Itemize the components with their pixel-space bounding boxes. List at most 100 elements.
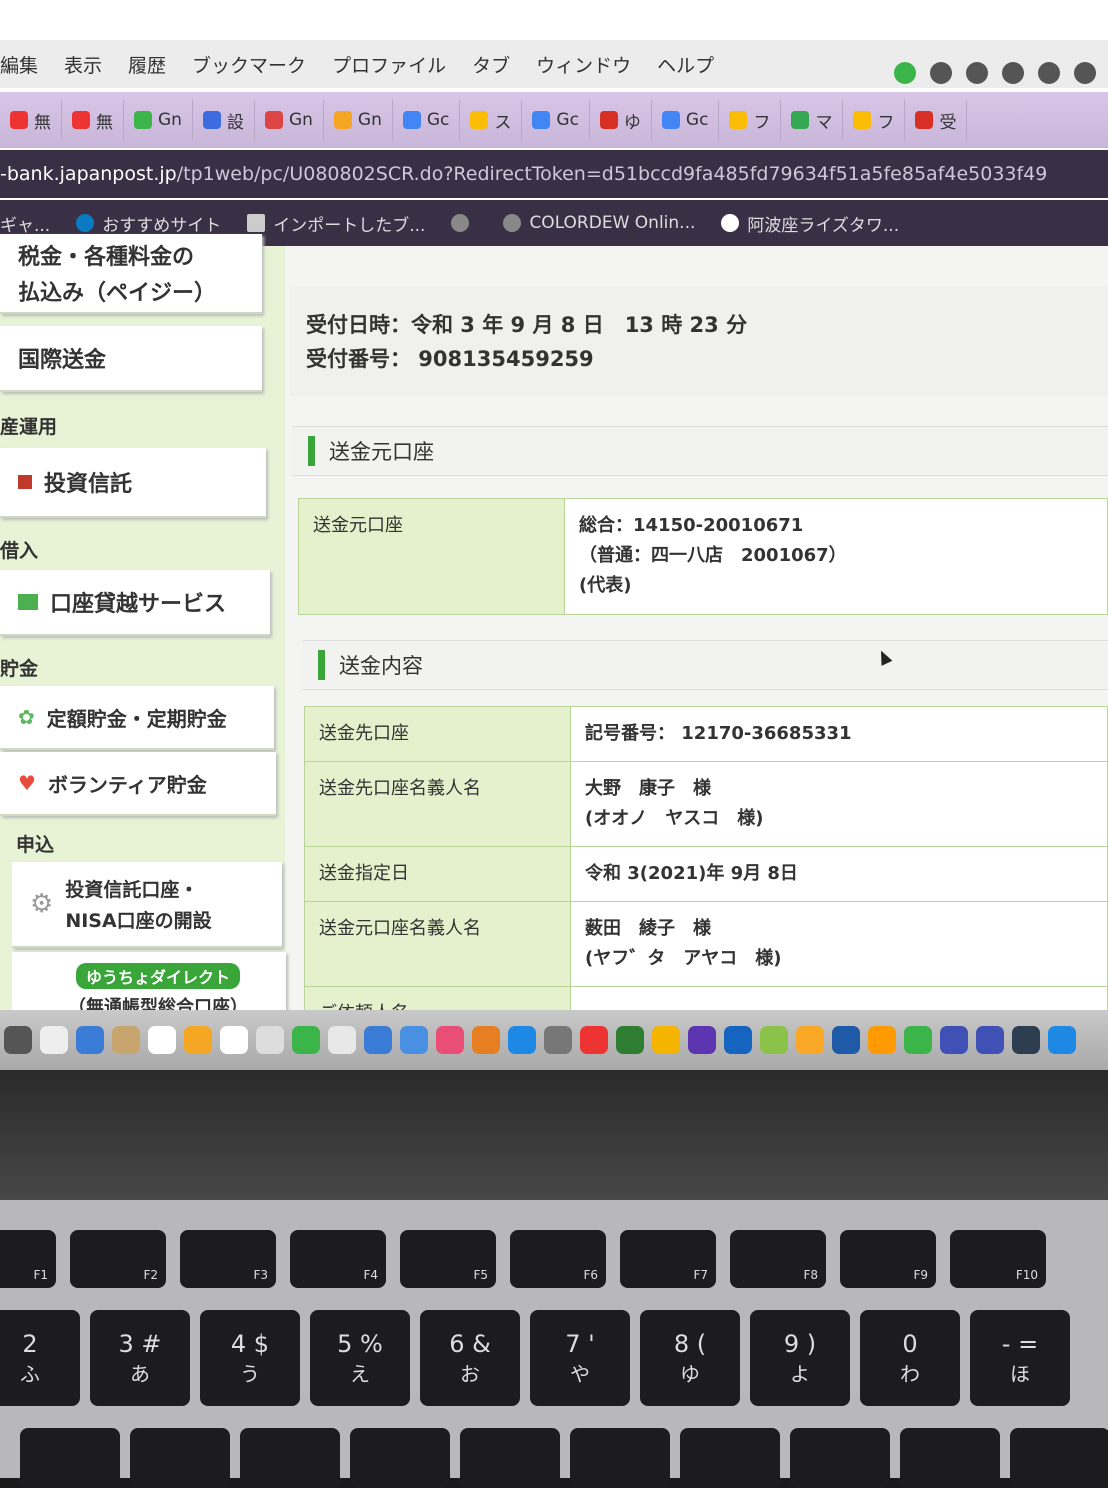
function-key[interactable]: F3 [180,1230,276,1288]
bookmark-item[interactable]: 阿波座ライズタワ... [721,211,899,236]
dock-app-icon[interactable] [220,1026,248,1054]
letter-key[interactable] [240,1428,340,1488]
menu-bookmarks[interactable]: ブックマーク [192,51,306,78]
function-key[interactable]: F9 [840,1230,936,1288]
letter-key[interactable] [900,1428,1000,1488]
sidebar-item-nisa[interactable]: ⚙ 投資信託口座・ NISA口座の開設 [12,862,282,948]
address-bar[interactable]: -bank.japanpost.jp/tp1web/pc/U080802SCR.… [0,150,1108,198]
number-key[interactable]: - = ほ [970,1310,1070,1406]
number-key[interactable]: 3 # あ [90,1310,190,1406]
dock-app-icon[interactable] [652,1026,680,1054]
dock-app-icon[interactable] [328,1026,356,1054]
dock-app-icon[interactable] [4,1026,32,1054]
menu-help[interactable]: ヘルプ [657,51,714,78]
browser-tab[interactable]: 無 [0,100,62,140]
number-key[interactable]: 4 $ う [200,1310,300,1406]
dock-app-icon[interactable] [184,1026,212,1054]
bookmark-item[interactable]: COLORDEW Onlin... [503,213,695,233]
browser-tab[interactable]: 受 [905,100,968,140]
letter-key[interactable] [350,1428,450,1488]
browser-tab[interactable]: 設 [193,100,255,140]
dock-app-icon[interactable] [148,1026,176,1054]
browser-tab[interactable]: フ [843,100,906,140]
letter-key[interactable] [680,1428,780,1488]
function-key[interactable]: F4 [290,1230,386,1288]
function-key[interactable]: F2 [70,1230,166,1288]
dock-app-icon[interactable] [868,1026,896,1054]
dock-app-icon[interactable] [1012,1026,1040,1054]
browser-tab[interactable]: Gn [324,100,393,140]
dock-app-icon[interactable] [508,1026,536,1054]
menu-tab[interactable]: タブ [472,51,510,78]
browser-tab[interactable]: マ [781,100,844,140]
airplay-icon[interactable] [1002,62,1024,84]
function-key[interactable]: F8 [730,1230,826,1288]
dock-app-icon[interactable] [904,1026,932,1054]
sidebar-item-fixed-savings[interactable]: ✿ 定額貯金・定期貯金 [0,686,274,750]
browser-tab[interactable]: Gc [652,100,720,140]
sidebar-item-tax[interactable]: 税金・各種料金の 払込み（ペイジー） [0,234,262,314]
number-key[interactable]: 6 & お [420,1310,520,1406]
function-key[interactable]: F1 [0,1230,56,1288]
function-key[interactable]: F5 [400,1230,496,1288]
sidebar-item-invest[interactable]: 投資信託 [0,448,266,518]
sidebar-item-volunteer[interactable]: ♥ ボランティア貯金 [0,752,276,816]
dock-app-icon[interactable] [616,1026,644,1054]
letter-key[interactable] [20,1428,120,1488]
bluetooth-icon[interactable] [1038,62,1060,84]
dock-app-icon[interactable] [364,1026,392,1054]
browser-tab[interactable]: Gn [255,100,324,140]
dock-app-icon[interactable] [472,1026,500,1054]
dock-app-icon[interactable] [796,1026,824,1054]
bookmark-item[interactable]: ギャ... [0,211,50,236]
letter-key[interactable] [570,1428,670,1488]
dock-app-icon[interactable] [760,1026,788,1054]
wifi-icon[interactable] [1074,62,1096,84]
dock-app-icon[interactable] [436,1026,464,1054]
browser-tab[interactable]: ス [460,100,523,140]
number-key[interactable]: 0わ [860,1310,960,1406]
bookmark-folder[interactable]: インポートしたブ... [247,211,425,236]
line-icon[interactable] [894,62,916,84]
dock-app-icon[interactable] [76,1026,104,1054]
menu-window[interactable]: ウィンドウ [536,51,631,78]
browser-tab[interactable]: 無 [62,100,124,140]
dock-app-icon[interactable] [40,1026,68,1054]
number-key[interactable]: 7 ' や [530,1310,630,1406]
number-key[interactable]: 2ふ [0,1310,80,1406]
dock-app-icon[interactable] [400,1026,428,1054]
browser-tab[interactable]: Gc [393,100,461,140]
dock-app-icon[interactable] [688,1026,716,1054]
dock-app-icon[interactable] [292,1026,320,1054]
function-key[interactable]: F6 [510,1230,606,1288]
browser-tab[interactable]: フ [719,100,782,140]
menu-history[interactable]: 履歴 [128,51,166,78]
bookmark-item[interactable] [451,214,477,232]
dock-app-icon[interactable] [1048,1026,1076,1054]
bookmark-item[interactable]: おすすめサイト [76,211,221,236]
dock-app-icon[interactable] [724,1026,752,1054]
menu-view[interactable]: 表示 [64,51,102,78]
letter-key[interactable] [130,1428,230,1488]
sidebar-item-overdraft[interactable]: 口座貸越サービス [0,570,270,636]
menu-profile[interactable]: プロファイル [332,51,446,78]
dock-app-icon[interactable] [832,1026,860,1054]
function-key[interactable]: F10 [950,1230,1046,1288]
menu-edit[interactable]: 編集 [0,51,38,78]
camera-icon[interactable] [966,62,988,84]
dock-app-icon[interactable] [940,1026,968,1054]
number-key[interactable]: 9 ) よ [750,1310,850,1406]
function-key[interactable]: F7 [620,1230,716,1288]
sidebar-item-international[interactable]: 国際送金 [0,326,262,392]
dock-app-icon[interactable] [256,1026,284,1054]
letter-key[interactable] [790,1428,890,1488]
dock-app-icon[interactable] [976,1026,1004,1054]
browser-tab[interactable]: Gn [124,100,193,140]
browser-tab[interactable]: Gc [522,100,590,140]
dock-app-icon[interactable] [112,1026,140,1054]
letter-key[interactable] [1010,1428,1108,1488]
number-key[interactable]: 8 (ゆ [640,1310,740,1406]
dock-app-icon[interactable] [544,1026,572,1054]
number-key[interactable]: 5 % え [310,1310,410,1406]
browser-tab[interactable]: ゆ [590,100,652,140]
